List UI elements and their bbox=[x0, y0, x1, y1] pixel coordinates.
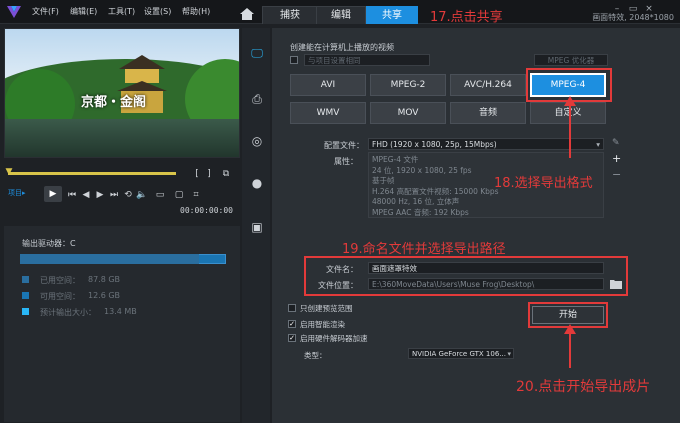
split-icon[interactable]: ⧉ bbox=[220, 168, 232, 180]
prev-frame-icon[interactable]: ◀ bbox=[80, 189, 92, 201]
annotation-step17: 17.点击共享 bbox=[430, 10, 503, 25]
free-space-label: 可用空间： bbox=[40, 292, 80, 301]
estimate-size-value: 13.4 MB bbox=[104, 307, 137, 316]
menu-settings[interactable]: 设置(S) bbox=[144, 6, 171, 17]
menu-file[interactable]: 文件(F) bbox=[32, 6, 59, 17]
menu-help[interactable]: 帮助(H) bbox=[182, 6, 210, 17]
edit-profile-icon[interactable]: ✎ bbox=[612, 138, 620, 148]
annotation-step18: 18.选择导出格式 bbox=[494, 176, 593, 191]
drive-usage-fill bbox=[20, 254, 199, 264]
menu-edit[interactable]: 编辑(E) bbox=[70, 6, 97, 17]
annotation-arrowhead-icon bbox=[564, 324, 576, 334]
used-space-value: 87.8 GB bbox=[88, 275, 121, 284]
disc-icon[interactable]: ● bbox=[248, 174, 266, 192]
free-space-swatch bbox=[22, 292, 29, 299]
home-start-icon[interactable]: ⏮ bbox=[66, 189, 78, 201]
smart-render-checkbox[interactable]: ✓ bbox=[288, 320, 296, 328]
device-icon[interactable]: ⎙ bbox=[248, 90, 266, 108]
title-bar: 文件(F) 编辑(E) 工具(T) 设置(S) 帮助(H) 捕获 编辑 共享 1… bbox=[0, 0, 680, 25]
file-location-input[interactable]: E:\360MoveData\Users\Muse Frog\Desktop\ bbox=[368, 278, 604, 290]
annotation-arrowhead-icon bbox=[564, 96, 576, 106]
attribute-line: MPEG AAC 音频: 192 Kbps bbox=[372, 207, 469, 217]
tab-edit[interactable]: 编辑 bbox=[316, 6, 366, 24]
end-icon[interactable]: ⏭ bbox=[108, 189, 120, 201]
estimate-size-swatch bbox=[22, 308, 29, 315]
attributes-label: 属性： bbox=[334, 157, 358, 166]
share-heading: 创建能在计算机上播放的视频 bbox=[290, 43, 394, 52]
file-location-label: 文件位置： bbox=[318, 281, 358, 290]
home-icon[interactable] bbox=[240, 8, 254, 20]
attribute-line: MPEG-4 文件 bbox=[372, 155, 419, 164]
chevron-down-icon: ▾ bbox=[507, 350, 511, 358]
project-title: 画面特效, 2048*1080 bbox=[592, 13, 674, 22]
attribute-line: 48000 Hz, 16 位, 立体声 bbox=[372, 197, 460, 206]
tab-capture[interactable]: 捕获 bbox=[262, 6, 318, 24]
filename-input[interactable]: 画面遮罩特效 bbox=[368, 262, 604, 274]
annotation-arrow bbox=[569, 328, 571, 368]
estimate-size-label: 预计输出大小： bbox=[40, 308, 96, 317]
format-mov-button[interactable]: MOV bbox=[370, 102, 446, 124]
remove-profile-icon[interactable]: − bbox=[612, 168, 621, 181]
filename-label: 文件名： bbox=[326, 265, 358, 274]
app-logo-icon bbox=[7, 6, 21, 18]
same-as-project-checkbox[interactable] bbox=[290, 56, 298, 64]
aspect-icon[interactable]: ▢ bbox=[172, 189, 186, 201]
web-globe-icon[interactable]: ◎ bbox=[248, 132, 266, 150]
menu-tools[interactable]: 工具(T) bbox=[108, 6, 135, 17]
format-audio-button[interactable]: 音频 bbox=[450, 102, 526, 124]
free-space-value: 12.6 GB bbox=[88, 291, 121, 300]
used-space-label: 已用空间： bbox=[40, 276, 80, 285]
project-mode-label[interactable]: 项目▸ bbox=[8, 187, 44, 199]
play-button[interactable]: ▶ bbox=[44, 186, 62, 202]
start-button[interactable]: 开始 bbox=[532, 306, 604, 324]
preview-caption: 京都・金阁 bbox=[81, 95, 147, 110]
folder-icon[interactable] bbox=[610, 278, 622, 289]
annotation-step20: 20.点击开始导出成片 bbox=[516, 379, 651, 395]
add-profile-icon[interactable]: + bbox=[612, 152, 621, 165]
smart-render-label: 启用智能渲染 bbox=[300, 320, 345, 329]
annotation-step19: 19.命名文件并选择导出路径 bbox=[342, 242, 506, 257]
video-quality-icon[interactable]: ▭ bbox=[152, 189, 168, 201]
mpeg-optimizer-button[interactable]: MPEG 优化器 bbox=[534, 54, 608, 66]
format-mpeg2-button[interactable]: MPEG-2 bbox=[370, 74, 446, 96]
hw-decoder-label: 启用硬件解码器加速 bbox=[300, 334, 368, 343]
format-avc-button[interactable]: AVC/H.264 bbox=[450, 74, 526, 96]
preview-range-label: 只创建预览范围 bbox=[300, 304, 353, 313]
tab-share[interactable]: 共享 bbox=[366, 6, 418, 24]
3d-icon[interactable]: ▣ bbox=[248, 218, 266, 236]
format-wmv-button[interactable]: WMV bbox=[290, 102, 366, 124]
profile-label: 配置文件： bbox=[324, 141, 364, 150]
crop-icon[interactable]: ⌗ bbox=[190, 189, 202, 201]
timeline-scrubber-fill bbox=[8, 172, 176, 175]
used-space-swatch bbox=[22, 276, 29, 283]
repeat-icon[interactable]: ⟲ bbox=[122, 189, 134, 201]
chevron-down-icon: ▾ bbox=[596, 140, 600, 149]
timecode-display[interactable]: 00:00:00:00 bbox=[180, 206, 233, 215]
type-label: 类型： bbox=[304, 351, 327, 360]
profile-value: FHD (1920 x 1080, 25p, 15Mbps) bbox=[372, 140, 497, 149]
next-frame-icon[interactable]: ▶ bbox=[94, 189, 106, 201]
hw-decoder-checkbox[interactable]: ✓ bbox=[288, 334, 296, 342]
computer-icon[interactable]: 🖵 bbox=[248, 44, 266, 62]
preview-water bbox=[5, 119, 239, 157]
annotation-arrow bbox=[569, 102, 571, 158]
mark-in-icon[interactable]: [ bbox=[192, 168, 202, 180]
gpu-type-value: NVIDIA GeForce GTX 106... bbox=[412, 350, 506, 358]
output-drive-label: 输出驱动器：C bbox=[22, 239, 76, 248]
format-avi-button[interactable]: AVI bbox=[290, 74, 366, 96]
preview-range-checkbox[interactable] bbox=[288, 304, 296, 312]
preview-window: 京都・金阁 bbox=[4, 28, 240, 158]
mark-out-icon[interactable]: ] bbox=[204, 168, 214, 180]
same-as-project-dropdown[interactable]: 与项目设置相同 bbox=[304, 54, 430, 66]
gpu-type-dropdown[interactable]: NVIDIA GeForce GTX 106... ▾ bbox=[408, 348, 514, 359]
volume-icon[interactable]: 🔈 bbox=[136, 189, 148, 201]
playhead-icon[interactable]: ▼ bbox=[4, 166, 14, 178]
